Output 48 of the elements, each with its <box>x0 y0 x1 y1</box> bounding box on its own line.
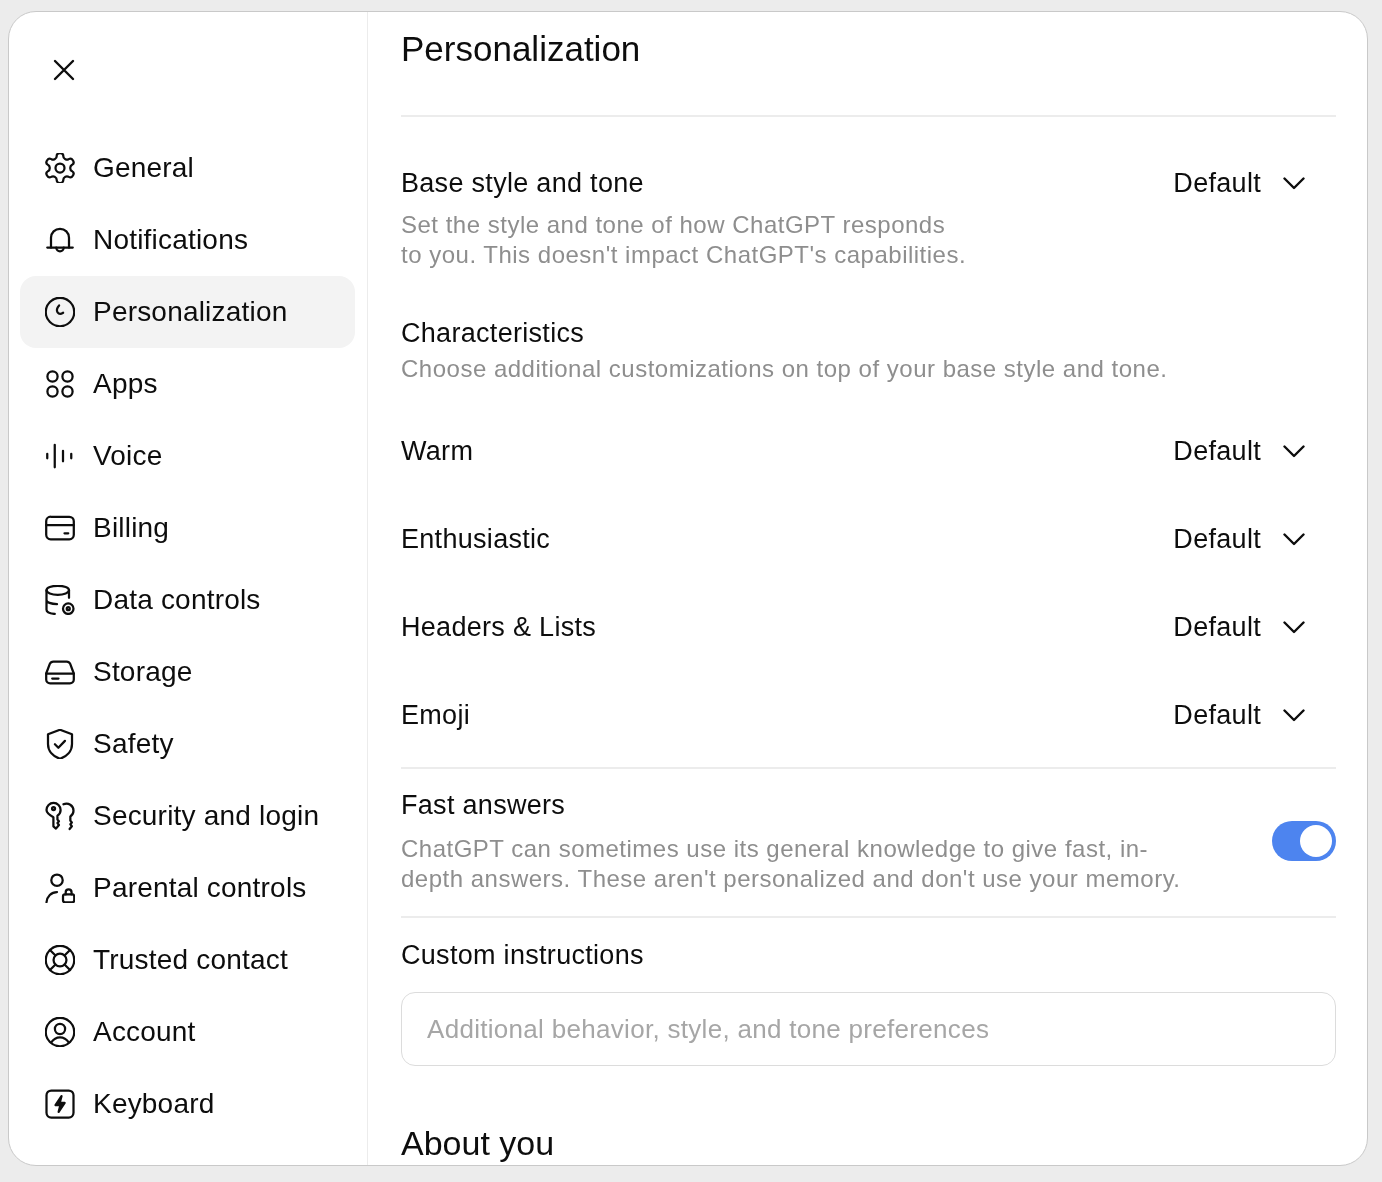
sidebar-item[interactable]: Billing <box>20 491 355 564</box>
chevron-down-icon <box>1283 444 1305 458</box>
toggle-switch[interactable] <box>1272 821 1336 861</box>
bolt-square-icon <box>45 1088 75 1119</box>
page-title: Personalization <box>401 28 642 70</box>
chevron-down-icon <box>1283 620 1305 634</box>
dropdown-button[interactable]: Default <box>1173 166 1305 200</box>
sidebar-item[interactable]: Safety <box>20 707 355 780</box>
setting-description: Set the style and tone of how ChatGPT responds to you. This doesn't impact ChatGPT's capabilities. <box>401 210 968 270</box>
section-description: Choose additional customizations on top of your base style and tone. <box>401 354 1169 384</box>
setting-label: Emoji <box>401 699 470 732</box>
sidebar-item[interactable]: Notifications <box>20 203 355 276</box>
sidebar-item[interactable]: Keyboard <box>20 1067 355 1140</box>
sidebar-item[interactable]: Personalization <box>20 275 355 348</box>
shield-check-icon <box>45 728 75 759</box>
chevron-down-icon <box>1283 708 1305 722</box>
setting-description: ChatGPT can sometimes use its general knowledge to give fast, in-depth answers. These aren't personalized and don't use your memory. <box>401 834 1182 894</box>
sidebar-item[interactable]: Apps <box>20 347 355 420</box>
dropdown-button[interactable]: Default <box>1173 698 1305 732</box>
input-field[interactable]: Additional behavior, style, and tone preferences <box>401 992 1336 1066</box>
sidebar-item[interactable]: Security and login <box>20 779 355 852</box>
setting-label: Headers & Lists <box>401 611 597 644</box>
four-circles-icon <box>45 368 75 399</box>
chevron-down-icon <box>1283 532 1305 546</box>
setting-label: Base style and tone <box>401 167 645 200</box>
chevron-down-icon <box>1283 176 1305 190</box>
sidebar-item[interactable]: Parental controls <box>20 851 355 924</box>
sidebar-item[interactable]: Account <box>20 995 355 1068</box>
gear-icon <box>45 152 75 183</box>
setting-label: Fast answers <box>401 789 567 822</box>
section-heading: Characteristics <box>401 317 586 350</box>
section-heading: Custom instructions <box>401 939 645 972</box>
section-heading: About you <box>401 1124 556 1162</box>
person-lock-icon <box>45 872 75 903</box>
setting-label: Enthusiastic <box>401 523 551 556</box>
sidebar-item[interactable]: Trusted contact <box>20 923 355 996</box>
sidebar-item[interactable]: General <box>20 131 355 204</box>
sidebar-item[interactable]: Storage <box>20 635 355 708</box>
close-icon <box>53 59 75 81</box>
lifebuoy-icon <box>45 944 75 975</box>
keys-icon <box>45 800 75 831</box>
dropdown-button[interactable]: Default <box>1173 610 1305 644</box>
sidebar-item[interactable]: Voice <box>20 419 355 492</box>
database-gear-icon <box>45 584 75 615</box>
setting-label: Warm <box>401 435 474 468</box>
dropdown-button[interactable]: Default <box>1173 434 1305 468</box>
dropdown-button[interactable]: Default <box>1173 522 1305 556</box>
sidebar-item[interactable]: Data controls <box>20 563 355 636</box>
